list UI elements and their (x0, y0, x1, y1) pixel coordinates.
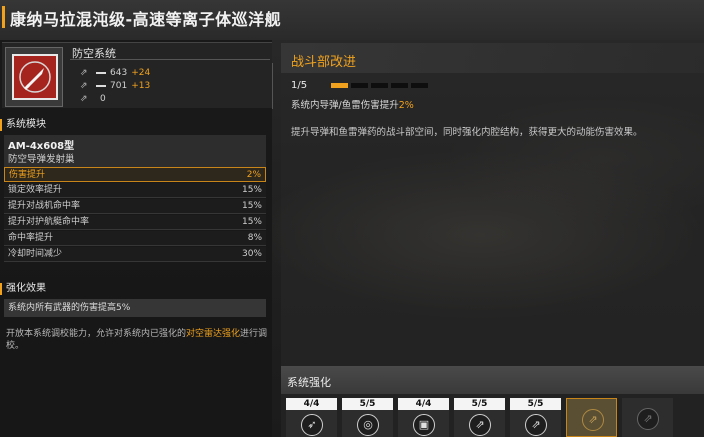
row-label: 伤害提升 (9, 170, 46, 180)
row-label: 冷却时间减少 (8, 249, 63, 259)
upgrade-progress-text: 1/5 (291, 80, 308, 91)
module-name: AM-4x608型 (8, 141, 75, 152)
upgrade-header: 战斗部改进 (281, 43, 704, 73)
row-value: 8% (247, 233, 262, 243)
enhancement-header: 强化效果 (0, 282, 272, 296)
desc-highlight-link[interactable]: 对空雷达强化 (186, 329, 240, 339)
row-label: 提升对战机命中率 (8, 201, 81, 211)
slot-warhead-selected[interactable]: ⇗ (566, 398, 617, 437)
modules-header: 系统模块 (0, 118, 272, 132)
title-accent (2, 6, 5, 28)
enhancement-description: 开放本系统调校能力，允许对系统内已强化的对空雷达强化进行调校。 (6, 328, 268, 352)
strengthen-header: 系统强化 (281, 366, 704, 394)
module-row-escort-hit[interactable]: 提升对护航艇命中率 15% (4, 215, 266, 230)
slot-warhead-locked[interactable]: ⇗ (622, 398, 673, 437)
progress-segment (371, 83, 388, 88)
upgrade-title: 战斗部改进 (291, 55, 357, 70)
range-icon: ⇗ (80, 68, 88, 78)
missile-icon: ➶ (301, 414, 323, 436)
page-title: 康纳马拉混沌级-高速等离子体巡洋舰 (10, 10, 282, 29)
slot-count: 5/5 (510, 398, 561, 410)
module-row-hit-rate[interactable]: 命中率提升 8% (4, 231, 266, 246)
progress-segment (351, 83, 368, 88)
row-value: 15% (241, 201, 262, 211)
slot-target[interactable]: 5/5 ◎ (342, 398, 393, 437)
stat-bar (96, 72, 106, 74)
row-value: 15% (241, 217, 262, 227)
effect-value: 2% (398, 100, 414, 111)
progress-segment (391, 83, 408, 88)
upgrade-progress-bar (331, 83, 428, 88)
row-label: 提升对护航艇命中率 (8, 217, 90, 227)
strengthen-slots: 4/4 ➶ 5/5 ◎ 4/4 ▣ 5/5 ⇗ 5/5 ⇗ ⇗ ⇗ (286, 398, 673, 437)
anti-air-missile-icon (12, 54, 58, 100)
upgrade-effect: 系统内导弹/鱼雷伤害提升2% (291, 97, 414, 111)
effect-text: 系统内导弹/鱼雷伤害提升 (291, 100, 399, 111)
slot-count: 5/5 (342, 398, 393, 410)
upgrade-description: 提升导弹和鱼雷弹药的战斗部空间，同时强化内腔结构，获得更大的动能伤害效果。 (291, 127, 643, 138)
stat-bonus: +13 (131, 81, 151, 91)
stat-value: 701 (110, 81, 128, 91)
warhead-icon: ⇗ (582, 409, 604, 431)
chip-icon: ▣ (413, 414, 435, 436)
system-icon-frame[interactable] (5, 47, 63, 107)
slot-rocket-2[interactable]: 5/5 ⇗ (510, 398, 561, 437)
stat-value: 643 (110, 68, 128, 78)
slot-count: 4/4 (398, 398, 449, 410)
stat-row-2: ⇗ 701 +13 (80, 80, 150, 92)
module-row-damage[interactable]: 伤害提升 2% (4, 167, 266, 182)
module-subtitle: 防空导弹发射巢 (8, 154, 75, 165)
stat-row-1: ⇗ 643 +24 (80, 67, 150, 79)
rocket-icon: ⇗ (525, 414, 547, 436)
range-icon: ⇗ (80, 81, 88, 91)
rocket-icon: ⇗ (469, 414, 491, 436)
progress-segment (411, 83, 428, 88)
module-card[interactable]: AM-4x608型 防空导弹发射巢 (4, 135, 266, 167)
left-panel: 防空系统 ⇗ 643 +24 ⇗ 701 +13 ⇗ 0 系统模块 AM-4x6… (0, 40, 273, 437)
system-card: 防空系统 ⇗ 643 +24 ⇗ 701 +13 ⇗ 0 (2, 42, 273, 109)
progress-segment (331, 83, 348, 88)
slot-count: 4/4 (286, 398, 337, 410)
enhancement-effect: 系统内所有武器的伤害提高5% (4, 299, 266, 317)
slot-rocket-1[interactable]: 5/5 ⇗ (454, 398, 505, 437)
range-icon: ⇗ (80, 94, 88, 104)
desc-text: 开放本系统调校能力，允许对系统内已强化的 (6, 329, 187, 339)
stat-value: 0 (100, 94, 106, 104)
slot-count: 5/5 (454, 398, 505, 410)
row-value: 15% (241, 185, 262, 195)
row-value: 30% (241, 249, 262, 259)
row-value: 2% (246, 170, 261, 180)
target-icon: ◎ (357, 414, 379, 436)
slot-missile[interactable]: 4/4 ➶ (286, 398, 337, 437)
row-label: 命中率提升 (8, 233, 54, 243)
title-bar: 康纳马拉混沌级-高速等离子体巡洋舰 (0, 0, 704, 40)
strengthen-title: 系统强化 (287, 376, 331, 389)
row-label: 锁定效率提升 (8, 185, 63, 195)
stat-bar (96, 85, 106, 87)
module-row-lock[interactable]: 锁定效率提升 15% (4, 183, 266, 198)
module-row-cooldown[interactable]: 冷却时间减少 30% (4, 247, 266, 262)
module-row-fighter-hit[interactable]: 提升对战机命中率 15% (4, 199, 266, 214)
stat-row-3: ⇗ 0 (80, 93, 106, 105)
stat-bonus: +24 (131, 68, 151, 78)
warhead-icon: ⇗ (637, 408, 659, 430)
slot-chip[interactable]: 4/4 ▣ (398, 398, 449, 437)
divider (272, 63, 273, 109)
divider (70, 59, 270, 60)
